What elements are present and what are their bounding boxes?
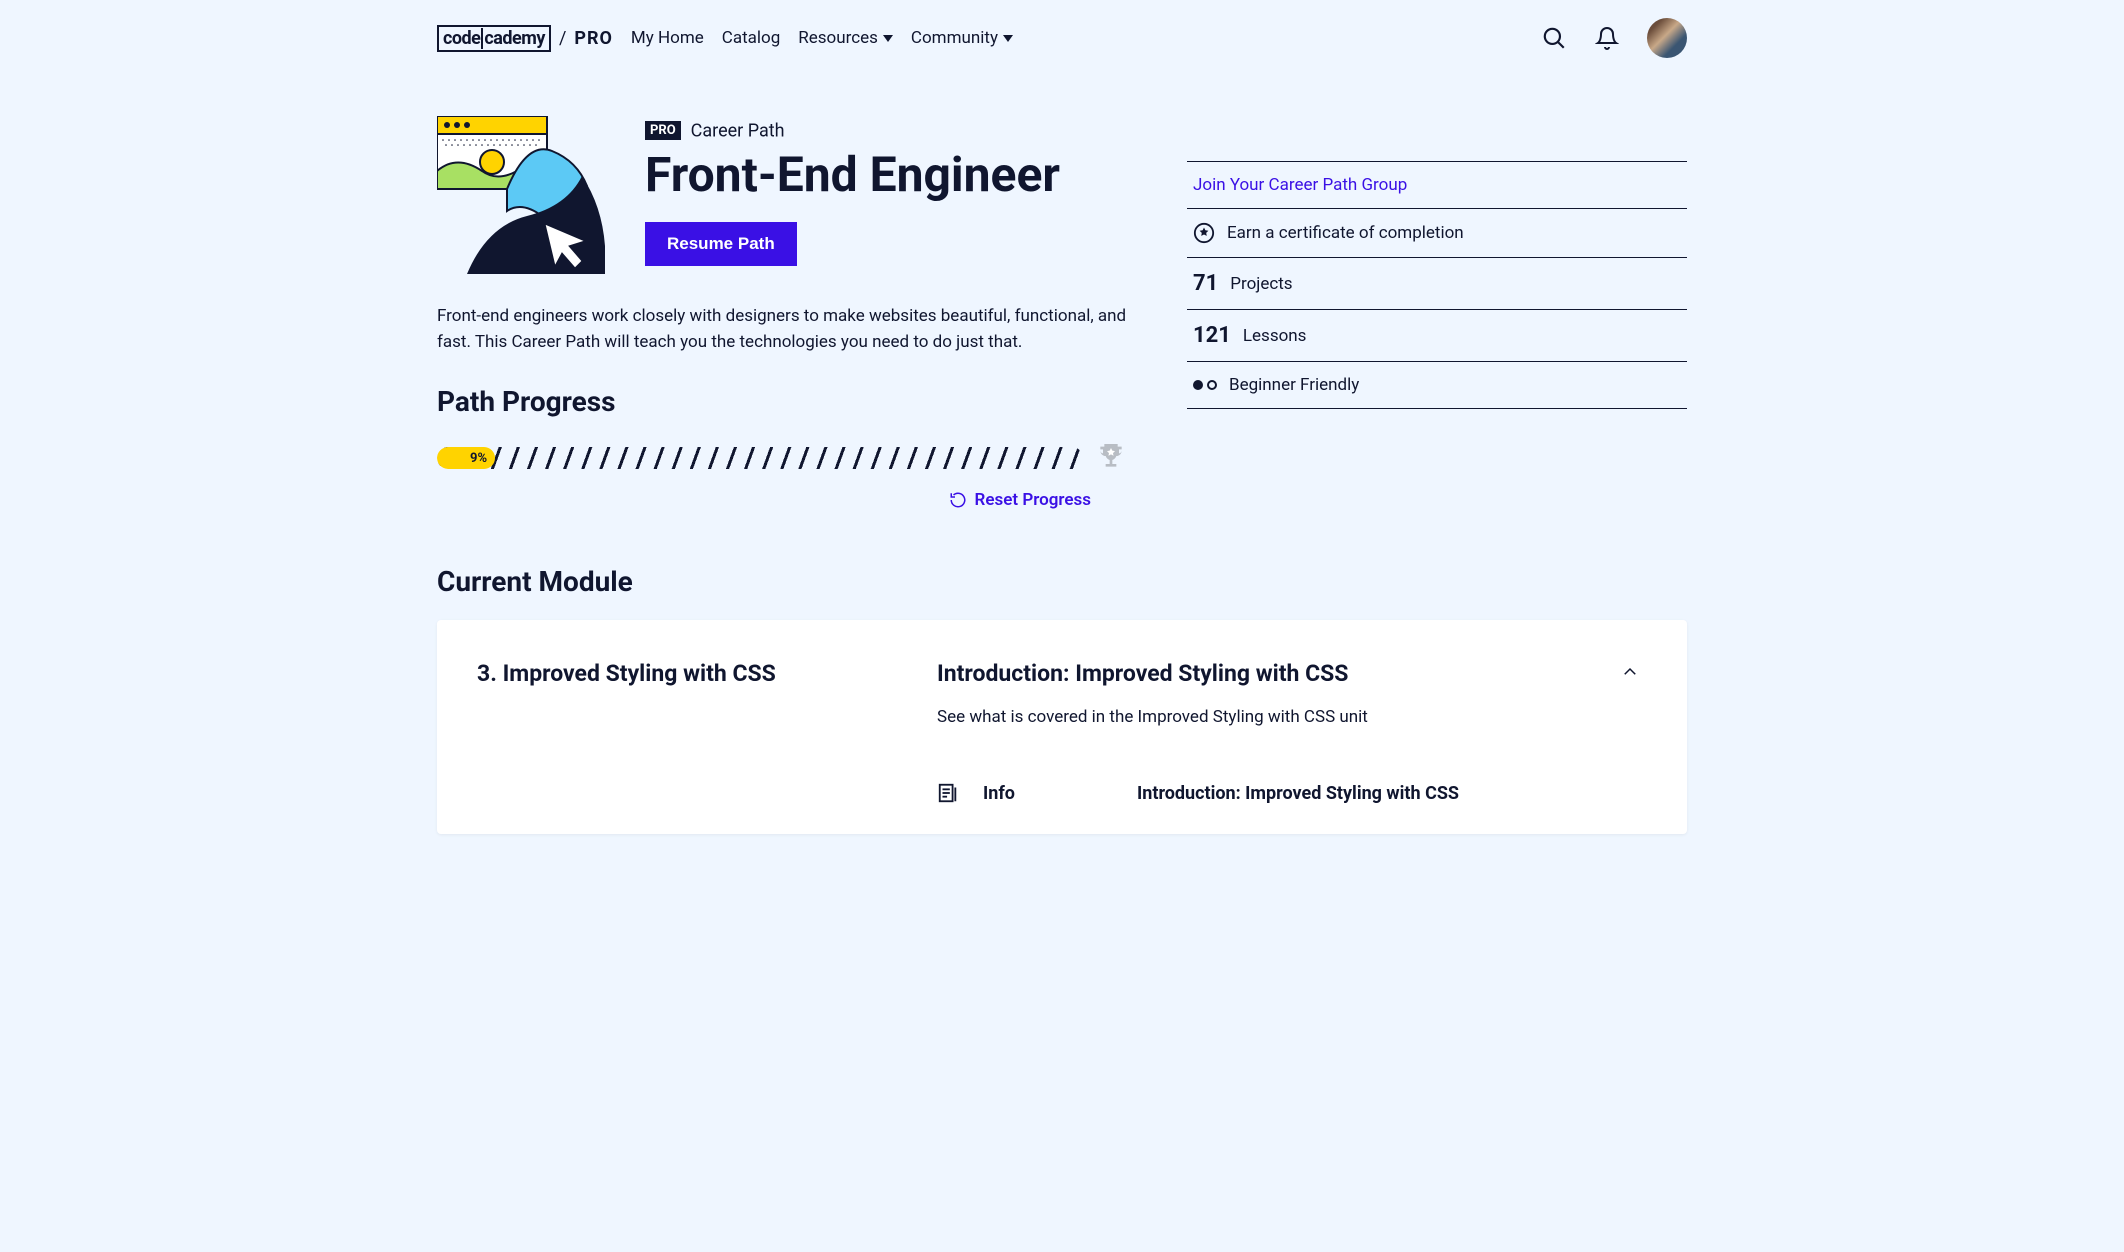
module-card: 3. Improved Styling with CSS Introductio… [437,620,1687,834]
module-right: Introduction: Improved Styling with CSS … [937,660,1639,804]
current-module-heading: Current Module [437,565,1687,598]
progress-section: Path Progress 9% [437,385,1127,510]
lessons-label: Lessons [1243,326,1307,346]
nav-links: My Home Catalog Resources Community [631,28,1013,48]
nav-right [1541,18,1687,58]
chevron-down-icon [1003,35,1013,42]
path-description: Front-end engineers work closely with de… [437,304,1127,355]
item-title: Introduction: Improved Styling with CSS [1137,783,1459,804]
module-item[interactable]: Info Introduction: Improved Styling with… [937,782,1639,804]
item-type-label: Info [983,783,1015,804]
trophy-icon [1095,440,1127,476]
avatar[interactable] [1647,18,1687,58]
level-label: Beginner Friendly [1229,375,1359,395]
path-illustration [437,116,605,274]
level-row: Beginner Friendly [1187,361,1687,409]
title-block: PRO Career Path Front-End Engineer Resum… [645,116,1127,266]
hero-top: PRO Career Path Front-End Engineer Resum… [437,116,1127,274]
projects-row: 71 Projects [1187,257,1687,309]
nav-label: My Home [631,28,704,48]
projects-label: Projects [1230,274,1292,294]
current-module-section: Current Module 3. Improved Styling with … [437,565,1687,834]
module-left: 3. Improved Styling with CSS [477,660,877,804]
bell-icon[interactable] [1595,25,1619,51]
search-icon[interactable] [1541,25,1567,51]
stats-list: Join Your Career Path Group Earn a certi… [1187,161,1687,409]
lessons-row: 121 Lessons [1187,309,1687,361]
certificate-icon [1193,222,1215,244]
page-title: Front-End Engineer [645,149,1127,202]
nav-left: code cademy / PRO My Home Catalog Resour… [437,25,1013,52]
certificate-row: Earn a certificate of completion [1187,208,1687,257]
lessons-count: 121 [1193,323,1231,348]
nav-catalog[interactable]: Catalog [722,28,781,48]
nav-community[interactable]: Community [911,28,1013,48]
reset-row: Reset Progress [437,490,1127,510]
unit-description: See what is covered in the Improved Styl… [937,707,1639,727]
logo-code: code [443,28,480,49]
nav-label: Catalog [722,28,781,48]
hero-left: PRO Career Path Front-End Engineer Resum… [437,116,1127,510]
stats-sidebar: Join Your Career Path Group Earn a certi… [1187,116,1687,510]
logo-pro: PRO [574,28,613,49]
join-group-link[interactable]: Join Your Career Path Group [1193,175,1407,195]
unit-title: Introduction: Improved Styling with CSS [937,660,1348,687]
career-path-label: Career Path [691,120,785,141]
chevron-up-icon[interactable] [1621,663,1639,685]
progress-bar: 9% [437,440,1127,476]
unit-header[interactable]: Introduction: Improved Styling with CSS [937,660,1639,687]
info-icon [937,782,959,804]
progress-heading: Path Progress [437,385,1127,418]
logo[interactable]: code cademy / PRO [437,25,613,52]
pro-badge: PRO [645,121,681,140]
projects-count: 71 [1193,271,1218,296]
chevron-down-icon [883,35,893,42]
join-group-row[interactable]: Join Your Career Path Group [1187,161,1687,208]
nav-my-home[interactable]: My Home [631,28,704,48]
logo-cademy: cademy [484,28,545,49]
reset-progress-link[interactable]: Reset Progress [975,490,1091,510]
item-type: Info [937,782,1097,804]
resume-path-button[interactable]: Resume Path [645,222,797,266]
nav-label: Community [911,28,998,48]
progress-fill: 9% [437,447,495,469]
reset-icon [949,491,967,509]
progress-track: 9% [437,447,1083,469]
level-dots-icon [1193,380,1217,390]
nav-label: Resources [798,28,878,48]
logo-slash: / [559,28,566,49]
navbar: code cademy / PRO My Home Catalog Resour… [437,0,1687,76]
path-type: PRO Career Path [645,120,1127,141]
nav-resources[interactable]: Resources [798,28,893,48]
hero: PRO Career Path Front-End Engineer Resum… [437,116,1687,510]
progress-percent: 9% [470,451,487,466]
module-title: 3. Improved Styling with CSS [477,660,877,687]
certificate-text: Earn a certificate of completion [1227,223,1464,243]
